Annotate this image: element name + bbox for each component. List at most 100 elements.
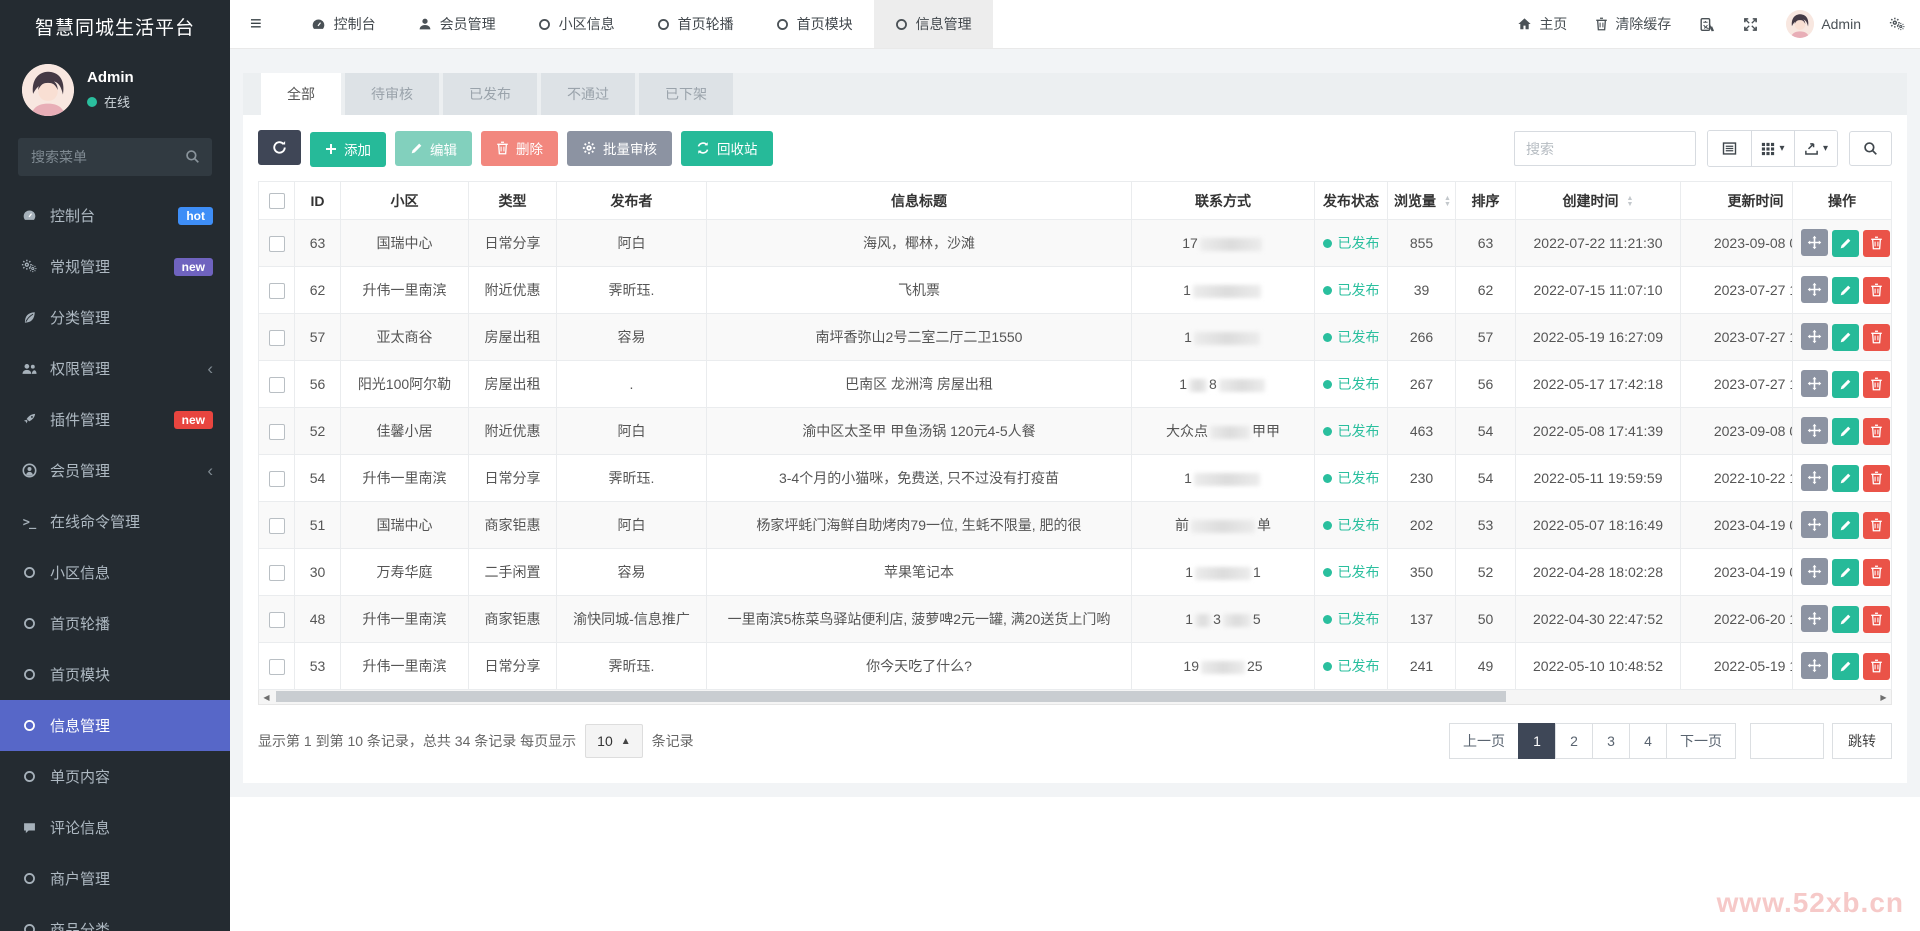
sidebar-toggle-button[interactable]: ≡ <box>230 0 282 48</box>
page-button[interactable]: 1 <box>1518 723 1556 759</box>
delete-button[interactable] <box>1863 464 1890 492</box>
sort-icon[interactable]: ▲ ▼ <box>1444 195 1451 208</box>
sidebar-item[interactable]: 商品分类 <box>0 904 230 931</box>
row-checkbox[interactable] <box>268 517 285 534</box>
user-menu[interactable]: Admin <box>1772 0 1875 48</box>
filter-tab[interactable]: 已发布 <box>443 73 537 115</box>
move-button[interactable] <box>1801 464 1828 491</box>
recycle-bin-button[interactable]: 回收站 <box>681 130 773 166</box>
next-page-button[interactable]: 下一页 <box>1666 723 1736 759</box>
topnav-item[interactable]: 首页模块 <box>755 0 874 48</box>
column-header[interactable]: 浏览量 ▲ ▼ <box>1388 182 1456 220</box>
row-checkbox[interactable] <box>268 282 285 299</box>
batch-audit-button[interactable]: 批量审核 <box>567 130 672 166</box>
refresh-button[interactable] <box>258 130 301 166</box>
table-search-input[interactable] <box>1514 131 1696 166</box>
edit-button[interactable] <box>1832 418 1859 445</box>
column-header[interactable]: 创建时间 ▲ ▼ <box>1516 182 1681 220</box>
sidebar-item[interactable]: 控制台 hot <box>0 190 230 241</box>
move-button[interactable] <box>1801 323 1828 350</box>
settings-button[interactable] <box>1875 0 1920 48</box>
sort-icon[interactable]: ▲ ▼ <box>1627 195 1634 208</box>
scroll-right-arrow-icon[interactable]: ▶ <box>1876 690 1891 704</box>
detail-view-button[interactable] <box>1708 131 1751 166</box>
columns-button[interactable]: ▾ <box>1751 131 1794 166</box>
row-checkbox[interactable] <box>268 611 285 628</box>
page-button[interactable]: 3 <box>1592 723 1630 759</box>
move-button[interactable] <box>1801 370 1828 397</box>
filter-tab[interactable]: 全部 <box>261 73 341 115</box>
sidebar-item[interactable]: 分类管理 <box>0 292 230 343</box>
delete-button[interactable] <box>1863 605 1890 633</box>
topnav-item[interactable]: 首页轮播 <box>636 0 755 48</box>
edit-button[interactable] <box>1832 653 1859 680</box>
edit-button[interactable]: 编辑 <box>395 131 472 167</box>
delete-button[interactable] <box>1863 323 1890 351</box>
sidebar-search-input[interactable] <box>18 138 212 176</box>
sidebar-item[interactable]: 商户管理 <box>0 853 230 904</box>
sidebar-item[interactable]: 会员管理 ‹ <box>0 445 230 496</box>
jump-input[interactable] <box>1750 723 1824 759</box>
filter-tab[interactable]: 不通过 <box>541 73 635 115</box>
edit-button[interactable] <box>1832 371 1859 398</box>
sidebar-item[interactable]: 信息管理 <box>0 700 230 751</box>
move-button[interactable] <box>1801 229 1828 256</box>
row-checkbox[interactable] <box>268 564 285 581</box>
delete-button[interactable]: 删除 <box>481 130 558 166</box>
page-size-select[interactable]: 10 ▲ <box>585 724 643 758</box>
edit-button[interactable] <box>1832 559 1859 586</box>
topnav-item[interactable]: 会员管理 <box>397 0 517 48</box>
move-button[interactable] <box>1801 276 1828 303</box>
row-checkbox[interactable] <box>268 376 285 393</box>
search-button[interactable] <box>1849 131 1892 166</box>
filter-tab[interactable]: 已下架 <box>639 73 733 115</box>
topnav-item[interactable]: 小区信息 <box>517 0 636 48</box>
row-checkbox[interactable] <box>268 329 285 346</box>
topnav-item[interactable]: 信息管理 <box>873 0 993 48</box>
edit-button[interactable] <box>1832 512 1859 539</box>
sidebar-item[interactable]: >_ 在线命令管理 <box>0 496 230 547</box>
delete-button[interactable] <box>1863 558 1890 586</box>
page-button[interactable]: 2 <box>1555 723 1593 759</box>
prev-page-button[interactable]: 上一页 <box>1449 723 1519 759</box>
scrollbar-thumb[interactable] <box>276 691 1506 702</box>
delete-button[interactable] <box>1863 229 1890 257</box>
horizontal-scrollbar[interactable]: ◀ ▶ <box>258 690 1892 705</box>
delete-button[interactable] <box>1863 276 1890 304</box>
sidebar-item[interactable]: 评论信息 <box>0 802 230 853</box>
filter-tab[interactable]: 待审核 <box>345 73 439 115</box>
add-button[interactable]: 添加 <box>310 131 386 167</box>
topnav-item[interactable]: 控制台 <box>290 0 397 48</box>
move-button[interactable] <box>1801 605 1828 632</box>
delete-button[interactable] <box>1863 511 1890 539</box>
row-checkbox[interactable] <box>268 235 285 252</box>
delete-button[interactable] <box>1863 417 1890 445</box>
sidebar-item[interactable]: 权限管理 ‹ <box>0 343 230 394</box>
clear-cache-button[interactable]: 清除缓存 <box>1581 0 1685 48</box>
delete-button[interactable] <box>1863 370 1890 398</box>
move-button[interactable] <box>1801 511 1828 538</box>
sidebar-item[interactable]: 小区信息 <box>0 547 230 598</box>
delete-button[interactable] <box>1863 652 1890 680</box>
scroll-left-arrow-icon[interactable]: ◀ <box>259 690 274 704</box>
home-link[interactable]: 主页 <box>1503 0 1581 48</box>
language-button[interactable] <box>1685 0 1729 48</box>
export-button[interactable]: ▾ <box>1794 131 1837 166</box>
edit-button[interactable] <box>1832 324 1859 351</box>
edit-button[interactable] <box>1832 230 1859 257</box>
edit-button[interactable] <box>1832 465 1859 492</box>
jump-button[interactable]: 跳转 <box>1832 723 1892 759</box>
sidebar-item[interactable]: 单页内容 <box>0 751 230 802</box>
move-button[interactable] <box>1801 417 1828 444</box>
edit-button[interactable] <box>1832 277 1859 304</box>
select-all-checkbox[interactable] <box>268 193 285 210</box>
sidebar-item[interactable]: 常规管理 new <box>0 241 230 292</box>
row-checkbox[interactable] <box>268 658 285 675</box>
fullscreen-button[interactable] <box>1729 0 1772 48</box>
sidebar-item[interactable]: 首页轮播 <box>0 598 230 649</box>
row-checkbox[interactable] <box>268 470 285 487</box>
sidebar-item[interactable]: 首页模块 <box>0 649 230 700</box>
sidebar-item[interactable]: 插件管理 new <box>0 394 230 445</box>
move-button[interactable] <box>1801 558 1828 585</box>
move-button[interactable] <box>1801 652 1828 679</box>
